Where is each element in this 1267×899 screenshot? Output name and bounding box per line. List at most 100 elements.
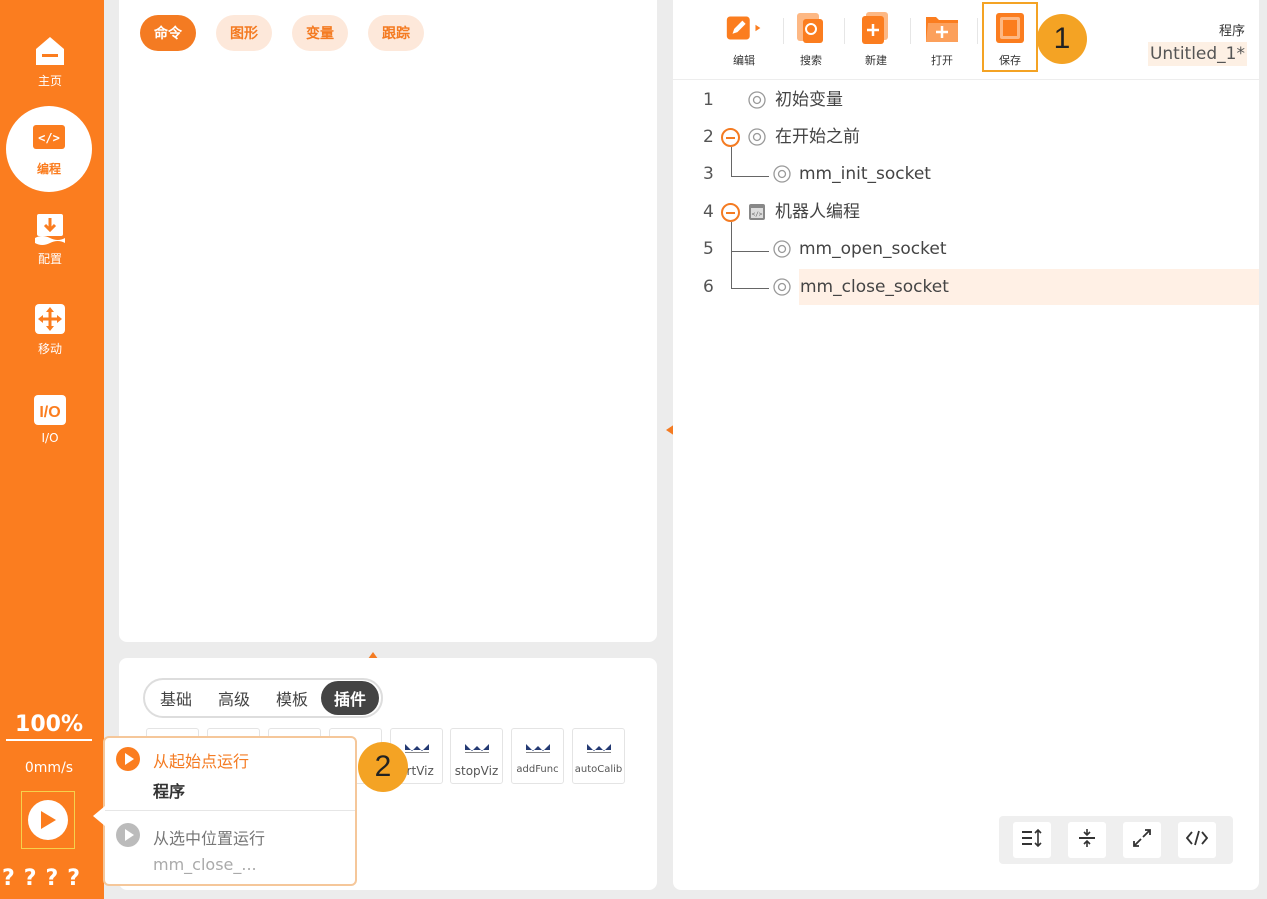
segment-plugin[interactable]: 插件 [321, 681, 380, 715]
svg-text:</>: </> [752, 211, 763, 218]
tree-node-label: 在开始之前 [775, 127, 860, 147]
line-number: 3 [703, 164, 714, 184]
mechmind-logo-icon [586, 739, 612, 758]
plugin-card-addfunc[interactable]: addFunc [511, 728, 564, 784]
callout-badge-2: 2 [358, 742, 408, 792]
line-number: 1 [703, 90, 714, 110]
segment-template[interactable]: 模板 [263, 681, 321, 715]
command-node-icon [773, 240, 791, 258]
sidebar-item-io[interactable]: I/O I/O [0, 376, 100, 462]
plugin-card-autocalib[interactable]: autoCalib [572, 728, 625, 784]
sidebar-item-label: I/O [41, 431, 59, 445]
tab-trace[interactable]: 跟踪 [368, 15, 424, 51]
sidebar-item-label: 移动 [37, 341, 62, 356]
tree-node-label: mm_open_socket [799, 239, 947, 259]
tree-node-label: 机器人编程 [775, 202, 860, 222]
new-button[interactable]: 新建 [848, 8, 904, 70]
code-brackets-icon [1185, 829, 1209, 851]
help-marks: ???? [2, 866, 90, 891]
left-sidebar: 主页 </> 编程 配置 移动 I/O I/O 100% 0mm/s ???? [0, 0, 104, 899]
collapse-minus-icon[interactable] [721, 203, 740, 222]
plugin-label: stopViz [454, 764, 499, 778]
code-view-button[interactable] [1178, 822, 1216, 858]
plugin-card-stopviz[interactable]: stopViz [450, 728, 503, 784]
open-folder-icon [924, 10, 960, 46]
reorder-icon [1021, 828, 1043, 852]
program-name: Untitled_1* [1147, 42, 1247, 66]
line-number: 5 [703, 239, 714, 259]
popup-pointer [93, 806, 105, 826]
run-options-popup: 从起始点运行 程序 从选中位置运行 mm_close_... [93, 736, 357, 886]
tree-row[interactable]: 1 初始变量 [673, 82, 1259, 118]
segment-basic[interactable]: 基础 [147, 681, 205, 715]
collapse-minus-icon[interactable] [721, 128, 740, 147]
tree-node-label: 初始变量 [775, 90, 843, 110]
open-button[interactable]: 打开 [914, 8, 970, 70]
run-from-selection-label: 从选中位置运行 [153, 829, 266, 848]
sidebar-item-config[interactable]: 配置 [0, 196, 100, 282]
command-node-icon [748, 91, 766, 109]
run-from-start-option[interactable]: 从起始点运行 程序 [105, 738, 355, 810]
sidebar-item-home[interactable]: 主页 [0, 18, 100, 104]
tree-row[interactable]: 4 </> 机器人编程 [673, 194, 1259, 230]
tree-row[interactable]: 3 mm_init_socket [673, 156, 1259, 192]
sidebar-item-move[interactable]: 移动 [0, 286, 100, 372]
search-doc-icon [793, 10, 829, 46]
plugin-label: addFunc [516, 764, 559, 775]
tree-row[interactable]: 5 mm_open_socket [673, 231, 1259, 267]
tree-node-label: mm_close_socket [799, 269, 1259, 305]
command-node-icon [773, 165, 791, 183]
collapse-all-button[interactable] [1068, 822, 1106, 858]
sidebar-item-label: 主页 [37, 73, 62, 88]
command-panel: 命令 图形 变量 跟踪 [119, 0, 657, 642]
speed-value: 0mm/s [24, 760, 74, 776]
download-config-icon [32, 212, 68, 246]
command-node-icon [773, 278, 791, 296]
program-label: 程序 [1218, 24, 1245, 39]
tab-command[interactable]: 命令 [140, 15, 196, 51]
program-toolbar: 编辑 搜索 新建 打开 保存 程序 Untitled_1* [673, 0, 1259, 80]
reorder-button[interactable] [1013, 822, 1051, 858]
segment-advanced[interactable]: 高级 [205, 681, 263, 715]
home-icon [32, 34, 68, 68]
run-button[interactable] [21, 791, 75, 849]
expand-all-button[interactable] [1123, 822, 1161, 858]
program-panel: 编辑 搜索 新建 打开 保存 程序 Untitled_1* 1 初始变量 2 在… [673, 0, 1259, 890]
toolbar-divider [844, 18, 845, 44]
sidebar-item-label: 编程 [36, 161, 61, 176]
tree-tools [999, 816, 1233, 864]
run-from-start-label: 从起始点运行 [153, 752, 250, 771]
run-from-selection-option[interactable]: 从选中位置运行 mm_close_... [105, 811, 355, 886]
plugin-label: autoCalib [574, 764, 623, 775]
edit-button[interactable]: 编辑 [716, 8, 772, 70]
io-icon: I/O [32, 393, 68, 427]
tree-row[interactable]: 2 在开始之前 [673, 119, 1259, 155]
line-number: 6 [703, 277, 714, 297]
play-icon [28, 800, 68, 840]
library-segmented-control: 基础 高级 模板 插件 [143, 678, 384, 718]
speed-percent[interactable]: 100% [6, 712, 92, 741]
robot-program-icon: </> [748, 203, 766, 221]
expand-diagonal-icon [1132, 828, 1152, 852]
mechmind-logo-icon [404, 739, 430, 758]
tree-node-label: mm_init_socket [799, 164, 931, 184]
mechmind-logo-icon [525, 739, 551, 758]
collapse-all-icon [1077, 828, 1097, 852]
tab-variables[interactable]: 变量 [292, 15, 348, 51]
sidebar-item-label: 配置 [37, 251, 62, 266]
toolbar-divider [910, 18, 911, 44]
search-button[interactable]: 搜索 [783, 8, 839, 70]
new-file-icon [858, 10, 894, 46]
code-icon: </> [31, 122, 67, 156]
tab-graphics[interactable]: 图形 [216, 15, 272, 51]
play-circle-icon [116, 747, 140, 775]
svg-text:</>: </> [38, 131, 60, 145]
move-arrows-icon [32, 302, 68, 336]
save-highlight-box [982, 2, 1038, 72]
tree-row-selected[interactable]: 6 mm_close_socket [673, 269, 1259, 305]
sidebar-item-programming[interactable]: </> 编程 [6, 106, 92, 192]
toolbar-divider [977, 18, 978, 44]
line-number: 4 [703, 202, 714, 222]
play-circle-icon [116, 823, 140, 851]
callout-badge-1: 1 [1037, 14, 1087, 64]
